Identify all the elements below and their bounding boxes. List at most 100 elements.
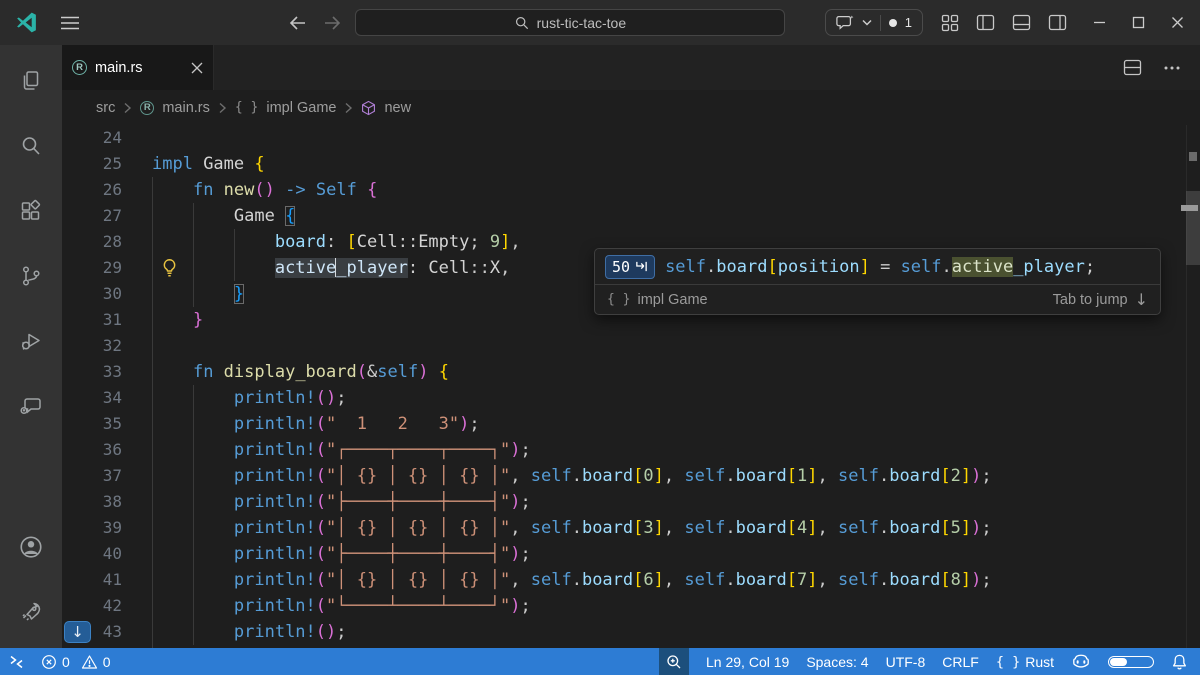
code-line[interactable]: 36 println!("┌────┬────┬────┐"); <box>62 437 1200 463</box>
line-number[interactable]: 32 <box>62 333 122 359</box>
close-window-button[interactable] <box>1171 16 1184 29</box>
indent-guide <box>152 281 153 307</box>
code-token: } <box>234 284 244 304</box>
tab-to-jump-hint[interactable]: Tab to jump ↓ <box>1053 290 1148 309</box>
run-debug-icon[interactable] <box>7 317 55 365</box>
code-line[interactable]: 39 println!("│ {} │ {} │ {} │", self.boa… <box>62 515 1200 541</box>
code-token: _player <box>336 258 408 278</box>
accounts-icon[interactable] <box>7 523 55 571</box>
eol-sequence[interactable]: CRLF <box>942 654 979 670</box>
breadcrumb-new[interactable]: new <box>384 100 411 116</box>
line-number[interactable]: 27 <box>62 203 122 229</box>
breadcrumb-src[interactable]: src <box>96 100 115 116</box>
encoding[interactable]: UTF-8 <box>886 654 926 670</box>
line-number[interactable]: 41 <box>62 567 122 593</box>
source-control-icon[interactable] <box>7 252 55 300</box>
code-token: self <box>684 466 725 486</box>
tab-close-icon[interactable] <box>191 62 203 74</box>
line-number[interactable]: 38 <box>62 489 122 515</box>
code-token: ) <box>510 544 520 564</box>
line-number[interactable]: 26 <box>62 177 122 203</box>
maximize-button[interactable] <box>1132 16 1145 29</box>
language-mode[interactable]: { } Rust <box>996 654 1054 670</box>
code-token: "│ {} │ {} │ {} │" <box>326 466 510 486</box>
extensions-icon[interactable] <box>7 187 55 235</box>
toggle-primary-sidebar-icon[interactable] <box>976 14 995 31</box>
line-number[interactable]: 25 <box>62 151 122 177</box>
breadcrumb-impl-game[interactable]: impl Game <box>266 100 336 116</box>
problems-indicator[interactable]: 0 0 <box>41 654 111 670</box>
line-number[interactable]: 28 <box>62 229 122 255</box>
line-number[interactable]: 40 <box>62 541 122 567</box>
editor[interactable]: 2425impl Game {26 fn new() -> Self {27 G… <box>62 125 1200 648</box>
copilot-quota-progress[interactable] <box>1108 656 1154 668</box>
line-number[interactable]: 24 <box>62 125 122 151</box>
forward-arrow-icon[interactable] <box>323 15 341 31</box>
tab-main-rs[interactable]: R main.rs <box>62 45 214 90</box>
code-line[interactable]: 33 fn display_board(&self) { <box>62 359 1200 385</box>
code-token: . <box>879 466 889 486</box>
code-token: 9 <box>490 232 500 252</box>
toggle-panel-icon[interactable] <box>1012 14 1031 31</box>
back-arrow-icon[interactable] <box>289 15 307 31</box>
code-line[interactable]: 27 Game { <box>62 203 1200 229</box>
copilot-menu[interactable]: 1 <box>825 9 923 36</box>
code-line[interactable]: 42 println!("└────┴────┴────┘"); <box>62 593 1200 619</box>
split-editor-icon[interactable] <box>1123 59 1142 76</box>
breadcrumb-file[interactable]: main.rs <box>162 100 210 116</box>
code-line[interactable]: 35 println!(" 1 2 3"); <box>62 411 1200 437</box>
code-line[interactable]: 24 <box>62 125 1200 151</box>
line-number[interactable]: 42 <box>62 593 122 619</box>
line-number[interactable]: 36 <box>62 437 122 463</box>
rocket-icon[interactable] <box>7 588 55 636</box>
line-number[interactable]: 33 <box>62 359 122 385</box>
indentation[interactable]: Spaces: 4 <box>806 654 868 670</box>
line-number[interactable]: 39 <box>62 515 122 541</box>
line-number[interactable]: 29 <box>62 255 122 281</box>
editor-scrollbar[interactable] <box>1186 125 1200 648</box>
code-token: ] <box>654 570 664 590</box>
nes-gutter-arrow-icon[interactable]: ↓ <box>64 621 91 643</box>
menu-hamburger-icon[interactable] <box>61 16 79 30</box>
customize-layout-icon[interactable] <box>941 14 959 32</box>
minimize-button[interactable] <box>1093 16 1106 29</box>
remote-indicator-icon[interactable] <box>8 654 25 670</box>
code-line[interactable]: 40 println!("├────┼────┼────┤"); <box>62 541 1200 567</box>
command-center-search[interactable]: rust-tic-tac-toe <box>355 9 785 36</box>
code-line[interactable]: 41 println!("│ {} │ {} │ {} │", self.boa… <box>62 567 1200 593</box>
chevron-right-icon <box>218 102 227 114</box>
chevron-down-icon <box>862 19 872 26</box>
notifications-bell-icon[interactable] <box>1171 653 1188 671</box>
code-line[interactable]: 25impl Game { <box>62 151 1200 177</box>
lightbulb-icon[interactable] <box>161 258 178 278</box>
copilot-usage-dot-icon <box>889 19 897 27</box>
search-sidebar-icon[interactable] <box>7 122 55 170</box>
code-line[interactable]: 26 fn new() -> Self { <box>62 177 1200 203</box>
code-line[interactable]: 32 <box>62 333 1200 359</box>
nes-suggestion-row[interactable]: 50 self.board[position] = self.active_pl… <box>595 249 1160 284</box>
line-number[interactable]: 34 <box>62 385 122 411</box>
line-number[interactable]: 37 <box>62 463 122 489</box>
line-number[interactable]: 30 <box>62 281 122 307</box>
scrollbar-thumb[interactable] <box>1186 191 1200 265</box>
code-token: Game <box>203 154 254 174</box>
more-actions-icon[interactable] <box>1164 66 1180 70</box>
code-line[interactable]: 43 println!();↓ <box>62 619 1200 645</box>
code-token: , <box>664 466 684 486</box>
code-token: ] <box>654 466 664 486</box>
line-number[interactable]: 31 <box>62 307 122 333</box>
cursor-position[interactable]: Ln 29, Col 19 <box>706 654 789 670</box>
line-content: println!(); <box>152 619 347 645</box>
code-line[interactable]: 37 println!("│ {} │ {} │ {} │", self.boa… <box>62 463 1200 489</box>
explorer-icon[interactable] <box>7 57 55 105</box>
rust-file-icon: R <box>72 60 87 75</box>
code-line[interactable]: 38 println!("├────┼────┼────┤"); <box>62 489 1200 515</box>
zoom-indicator[interactable] <box>659 648 689 675</box>
toggle-secondary-sidebar-icon[interactable] <box>1048 14 1067 31</box>
copilot-status-icon[interactable] <box>1071 653 1091 671</box>
code-token: [ <box>787 466 797 486</box>
chat-icon[interactable] <box>7 382 55 430</box>
line-number[interactable]: 35 <box>62 411 122 437</box>
code-token: 7 <box>797 570 807 590</box>
code-line[interactable]: 34 println!(); <box>62 385 1200 411</box>
